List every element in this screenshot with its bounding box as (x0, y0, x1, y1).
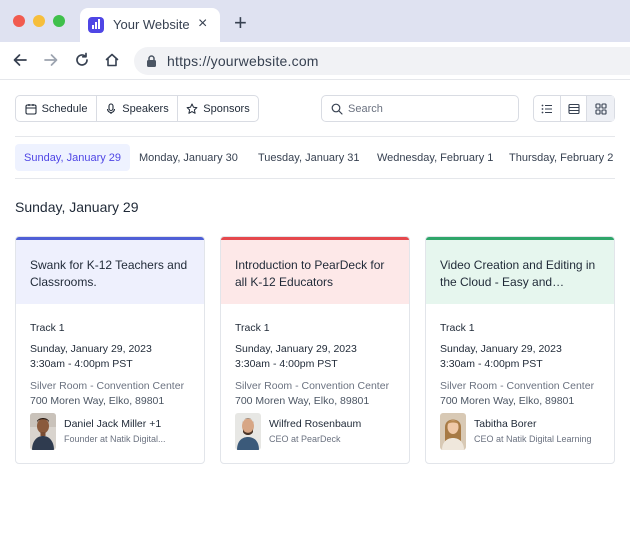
browser-navbar: https://yourwebsite.com (0, 42, 630, 80)
star-icon (186, 103, 198, 114)
session-room: Silver Room - Convention Center (235, 380, 390, 392)
date-tab-sunday-january-29[interactable]: Sunday, January 29 (15, 144, 131, 171)
session-card[interactable]: Introduction to PearDeck for all K-12 Ed… (220, 236, 410, 464)
session-address: 700 Moren Way, Elko, 89801 (30, 395, 165, 407)
session-date: Sunday, January 29, 2023 (30, 343, 152, 355)
speakers-label: Speakers (122, 102, 169, 115)
schedule-button[interactable]: Schedule (16, 96, 97, 121)
session-card[interactable]: Swank for K-12 Teachers and Classrooms. … (15, 236, 205, 464)
sponsors-label: Sponsors (203, 102, 250, 115)
browser-titlebar: Your Website × + (0, 0, 630, 42)
speaker-avatar[interactable] (30, 413, 56, 450)
grid-view-icon (595, 102, 607, 115)
view-switcher (533, 95, 615, 122)
session-title[interactable]: Video Creation and Editing in the Cloud … (440, 257, 600, 291)
session-title[interactable]: Introduction to PearDeck for all K-12 Ed… (235, 257, 395, 291)
session-date: Sunday, January 29, 2023 (235, 343, 357, 355)
divider (15, 136, 615, 137)
session-title[interactable]: Swank for K-12 Teachers and Classrooms. (30, 257, 190, 291)
speaker-avatar[interactable] (440, 413, 466, 450)
date-tab-monday-january-30[interactable]: Monday, January 30 (139, 144, 238, 171)
url-text: https://yourwebsite.com (167, 53, 319, 69)
speaker-name[interactable]: Wilfred Rosenbaum (269, 418, 361, 430)
divider (15, 178, 615, 179)
session-track: Track 1 (235, 322, 270, 334)
session-date: Sunday, January 29, 2023 (440, 343, 562, 355)
reload-icon[interactable] (74, 52, 90, 68)
back-arrow-icon[interactable] (12, 52, 28, 68)
card-header: Video Creation and Editing in the Cloud … (426, 240, 614, 304)
address-bar[interactable]: https://yourwebsite.com (134, 47, 630, 75)
maximize-window-button[interactable] (53, 15, 65, 27)
sponsors-button[interactable]: Sponsors (178, 96, 258, 121)
session-address: 700 Moren Way, Elko, 89801 (440, 395, 575, 407)
card-header: Introduction to PearDeck for all K-12 Ed… (221, 240, 409, 304)
forward-arrow-icon[interactable] (43, 52, 59, 68)
grid-view-button[interactable] (587, 96, 614, 121)
site-logo-icon (88, 17, 104, 33)
session-track: Track 1 (440, 322, 475, 334)
table-view-button[interactable] (561, 96, 588, 121)
session-room: Silver Room - Convention Center (30, 380, 185, 392)
search-input[interactable] (348, 100, 508, 118)
session-time: 3:30am - 4:00pm PST (30, 358, 133, 370)
table-view-icon (567, 103, 580, 114)
home-icon[interactable] (104, 52, 120, 68)
session-track: Track 1 (30, 322, 65, 334)
speakers-button[interactable]: Speakers (97, 96, 178, 121)
minimize-window-button[interactable] (33, 15, 45, 27)
tab-title: Your Website (113, 17, 190, 32)
speaker-role: CEO at PearDeck (269, 434, 341, 444)
date-tab-tuesday-january-31[interactable]: Tuesday, January 31 (258, 144, 360, 171)
day-heading: Sunday, January 29 (15, 199, 139, 215)
card-header: Swank for K-12 Teachers and Classrooms. (16, 240, 204, 304)
session-address: 700 Moren Way, Elko, 89801 (235, 395, 370, 407)
list-view-button[interactable] (534, 96, 561, 121)
speaker-name[interactable]: Daniel Jack Miller +1 (64, 418, 161, 430)
schedule-label: Schedule (41, 102, 88, 115)
microphone-icon (107, 102, 116, 114)
new-tab-icon[interactable]: + (234, 12, 247, 34)
search-icon (331, 103, 343, 115)
search-box (321, 95, 519, 122)
list-view-icon (541, 104, 552, 113)
speaker-avatar[interactable] (235, 413, 261, 450)
date-tab-wednesday-february-1[interactable]: Wednesday, February 1 (377, 144, 493, 171)
session-card[interactable]: Video Creation and Editing in the Cloud … (425, 236, 615, 464)
lock-icon (147, 55, 156, 67)
calendar-icon (25, 103, 37, 115)
session-time: 3:30am - 4:00pm PST (440, 358, 543, 370)
speaker-name[interactable]: Tabitha Borer (474, 418, 536, 430)
section-switcher: Schedule Speakers Sponsors (15, 95, 259, 122)
date-tab-thursday-february-2[interactable]: Thursday, February 2 (509, 144, 613, 171)
close-tab-icon[interactable]: × (198, 15, 207, 33)
browser-tab[interactable]: Your Website × (80, 8, 220, 42)
speaker-role: CEO at Natik Digital Learning (474, 434, 592, 444)
session-time: 3:30am - 4:00pm PST (235, 358, 338, 370)
close-window-button[interactable] (13, 15, 25, 27)
speaker-role: Founder at Natik Digital... (64, 434, 166, 444)
session-room: Silver Room - Convention Center (440, 380, 595, 392)
